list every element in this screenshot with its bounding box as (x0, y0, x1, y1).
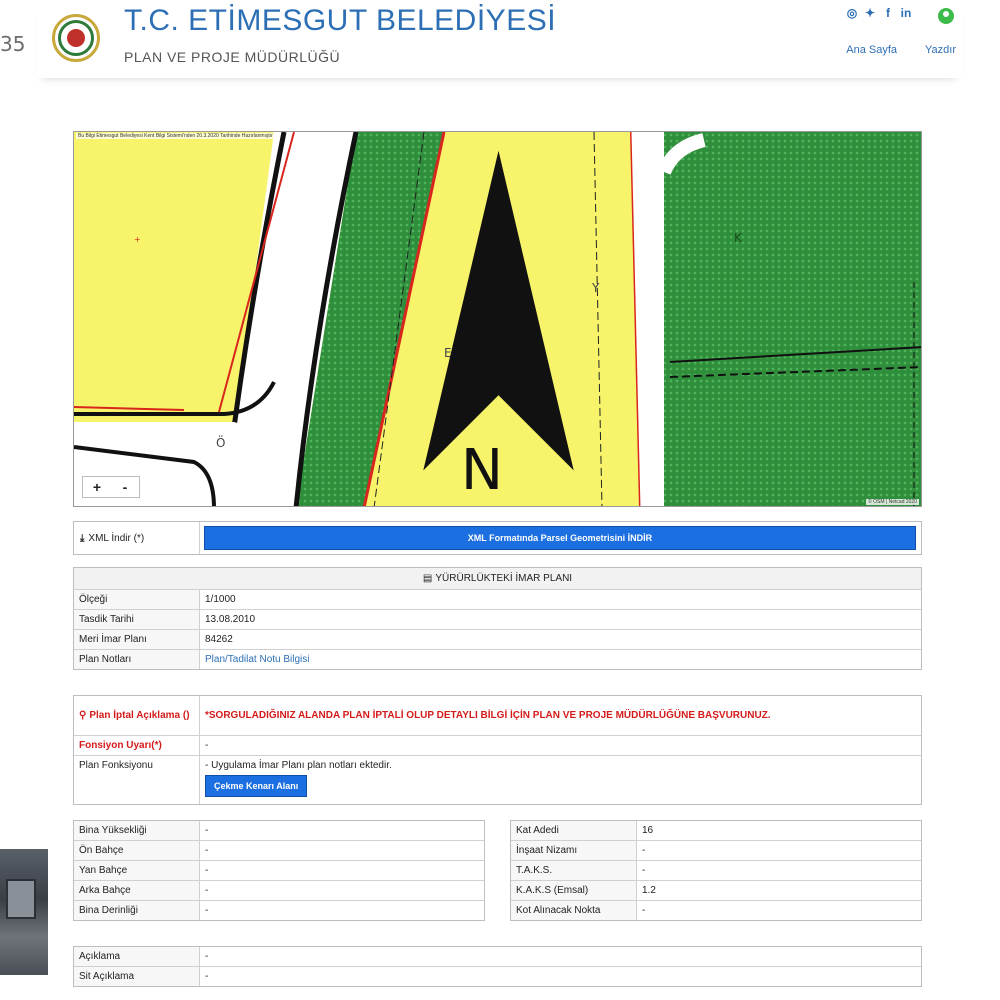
function-warning-value: - (205, 740, 209, 751)
row-label: Açıklama (74, 947, 200, 966)
table-row: Sit Açıklama - (74, 967, 921, 986)
social-links: ◎ ✦ f in (846, 6, 912, 20)
setback-area-button[interactable]: Çekme Kenarı Alanı (205, 775, 308, 797)
row-value: 1.2 (642, 885, 656, 896)
row-label: Kat Adedi (511, 821, 637, 840)
plan-function-label: Plan Fonksiyonu (74, 756, 200, 804)
svg-text:N: N (461, 438, 503, 503)
plan-cancellation-table: ⚲ Plan İptal Açıklama () *SORGULADIĞINIZ… (73, 695, 922, 805)
download-icon: ⤓ (80, 532, 85, 544)
location-pin-icon: ⚲ (79, 710, 87, 721)
page-number-fragment: 35 (0, 32, 26, 56)
row-label: Plan Notları (74, 650, 200, 669)
xml-label: ⤓ XML İndir (*) (74, 522, 200, 554)
table-row: ⚲ Plan İptal Açıklama () *SORGULADIĞINIZ… (74, 696, 921, 736)
row-value: 84262 (205, 634, 233, 645)
site-header: T.C. ETİMESGUT BELEDİYESİ PLAN VE PROJE … (36, 0, 962, 78)
table-row: Ön Bahçe - (74, 841, 484, 861)
building-dimensions-table: Bina Yüksekliği - Ön Bahçe - Yan Bahçe -… (73, 820, 485, 921)
nav-print-link[interactable]: Yazdır (925, 44, 956, 56)
row-label: Bina Yüksekliği (74, 821, 200, 840)
description-table: Açıklama - Sit Açıklama - (73, 946, 922, 987)
row-label: Tasdik Tarihi (74, 610, 200, 629)
table-row: Açıklama - (74, 947, 921, 967)
table-row: Yan Bahçe - (74, 861, 484, 881)
row-value: - (642, 905, 646, 916)
table-row: T.A.K.S. - (511, 861, 921, 881)
row-value: 1/1000 (205, 594, 236, 605)
site-subtitle: PLAN VE PROJE MÜDÜRLÜĞÜ (124, 49, 341, 65)
plan-function-cell: - Uygulama İmar Planı plan notları ekted… (200, 756, 921, 804)
plan-cancel-label: ⚲ Plan İptal Açıklama () (74, 696, 200, 735)
table-row: Tasdik Tarihi 13.08.2010 (74, 610, 921, 630)
plan-info-table: ▤ YÜRÜRLÜKTEKİ İMAR PLANI Ölçeği 1/1000 … (73, 567, 922, 670)
plan-function-value: - Uygulama İmar Planı plan notları ekted… (205, 760, 392, 771)
linkedin-icon[interactable]: in (900, 6, 912, 20)
row-label: Bina Derinliği (74, 901, 200, 920)
row-value: - (205, 905, 209, 916)
table-row: K.A.K.S (Emsal) 1.2 (511, 881, 921, 901)
document-icon: ▤ (422, 573, 433, 584)
row-value: 16 (642, 825, 654, 836)
row-label: Meri İmar Planı (74, 630, 200, 649)
row-label: İnşaat Nizamı (511, 841, 637, 860)
table-row: Arka Bahçe - (74, 881, 484, 901)
row-label: Ön Bahçe (74, 841, 200, 860)
table-row: Fonsiyon Uyarı(*) - (74, 736, 921, 756)
row-value: 13.08.2010 (205, 614, 256, 625)
north-arrow-icon: N (423, 150, 574, 503)
parcel-map[interactable]: E K Y K Ö + Bu Bilgi Etimesgut Belediyes… (73, 131, 922, 507)
row-label: Ölçeği (74, 590, 200, 609)
row-value: - (205, 865, 209, 876)
plan-notes-link[interactable]: Plan/Tadilat Notu Bilgisi (200, 650, 921, 669)
table-row: Plan Notları Plan/Tadilat Notu Bilgisi (74, 650, 921, 669)
table-row: Bina Yüksekliği - (74, 821, 484, 841)
xml-download-button[interactable]: XML Formatında Parsel Geometrisini İNDİR (204, 526, 916, 550)
twitter-icon[interactable]: ✦ (864, 6, 876, 20)
table-row: Ölçeği 1/1000 (74, 590, 921, 610)
plan-cancel-text: *SORGULADIĞINIZ ALANDA PLAN İPTALİ OLUP … (205, 710, 771, 721)
table-row: Bina Derinliği - (74, 901, 484, 920)
building-ratios-table: Kat Adedi 16 İnşaat Nizamı - T.A.K.S. - … (510, 820, 922, 921)
user-icon[interactable] (938, 8, 954, 24)
table-row: Plan Fonksiyonu - Uygulama İmar Planı pl… (74, 756, 921, 804)
row-value: - (205, 845, 209, 856)
table-row: Kat Adedi 16 (511, 821, 921, 841)
map-attribution: © OSM | Netcad 2020 (866, 499, 919, 505)
row-value: - (205, 885, 209, 896)
row-label: Kot Alınacak Nokta (511, 901, 637, 920)
row-label: Arka Bahçe (74, 881, 200, 900)
function-warning-label: Fonsiyon Uyarı(*) (74, 736, 200, 755)
row-label: Sit Açıklama (74, 967, 200, 986)
table-row: Kot Alınacak Nokta - (511, 901, 921, 920)
photo-fragment (0, 849, 48, 975)
row-value: - (642, 845, 646, 856)
row-value: - (205, 971, 209, 982)
row-value: - (205, 825, 209, 836)
row-label: Yan Bahçe (74, 861, 200, 880)
instagram-icon[interactable]: ◎ (846, 6, 858, 20)
plan-table-heading: ▤ YÜRÜRLÜKTEKİ İMAR PLANI (74, 568, 921, 590)
table-row: Meri İmar Planı 84262 (74, 630, 921, 650)
row-label: T.A.K.S. (511, 861, 637, 880)
top-nav: Ana Sayfa Yazdır (846, 44, 956, 56)
site-title[interactable]: T.C. ETİMESGUT BELEDİYESİ (124, 4, 556, 38)
row-value: - (642, 865, 646, 876)
row-value: - (205, 951, 209, 962)
table-row: İnşaat Nizamı - (511, 841, 921, 861)
nav-home-link[interactable]: Ana Sayfa (846, 44, 897, 56)
xml-download-bar: ⤓ XML İndir (*) XML Formatında Parsel Ge… (73, 521, 922, 555)
row-label: K.A.K.S (Emsal) (511, 881, 637, 900)
municipality-logo[interactable] (52, 14, 100, 62)
facebook-icon[interactable]: f (882, 6, 894, 20)
